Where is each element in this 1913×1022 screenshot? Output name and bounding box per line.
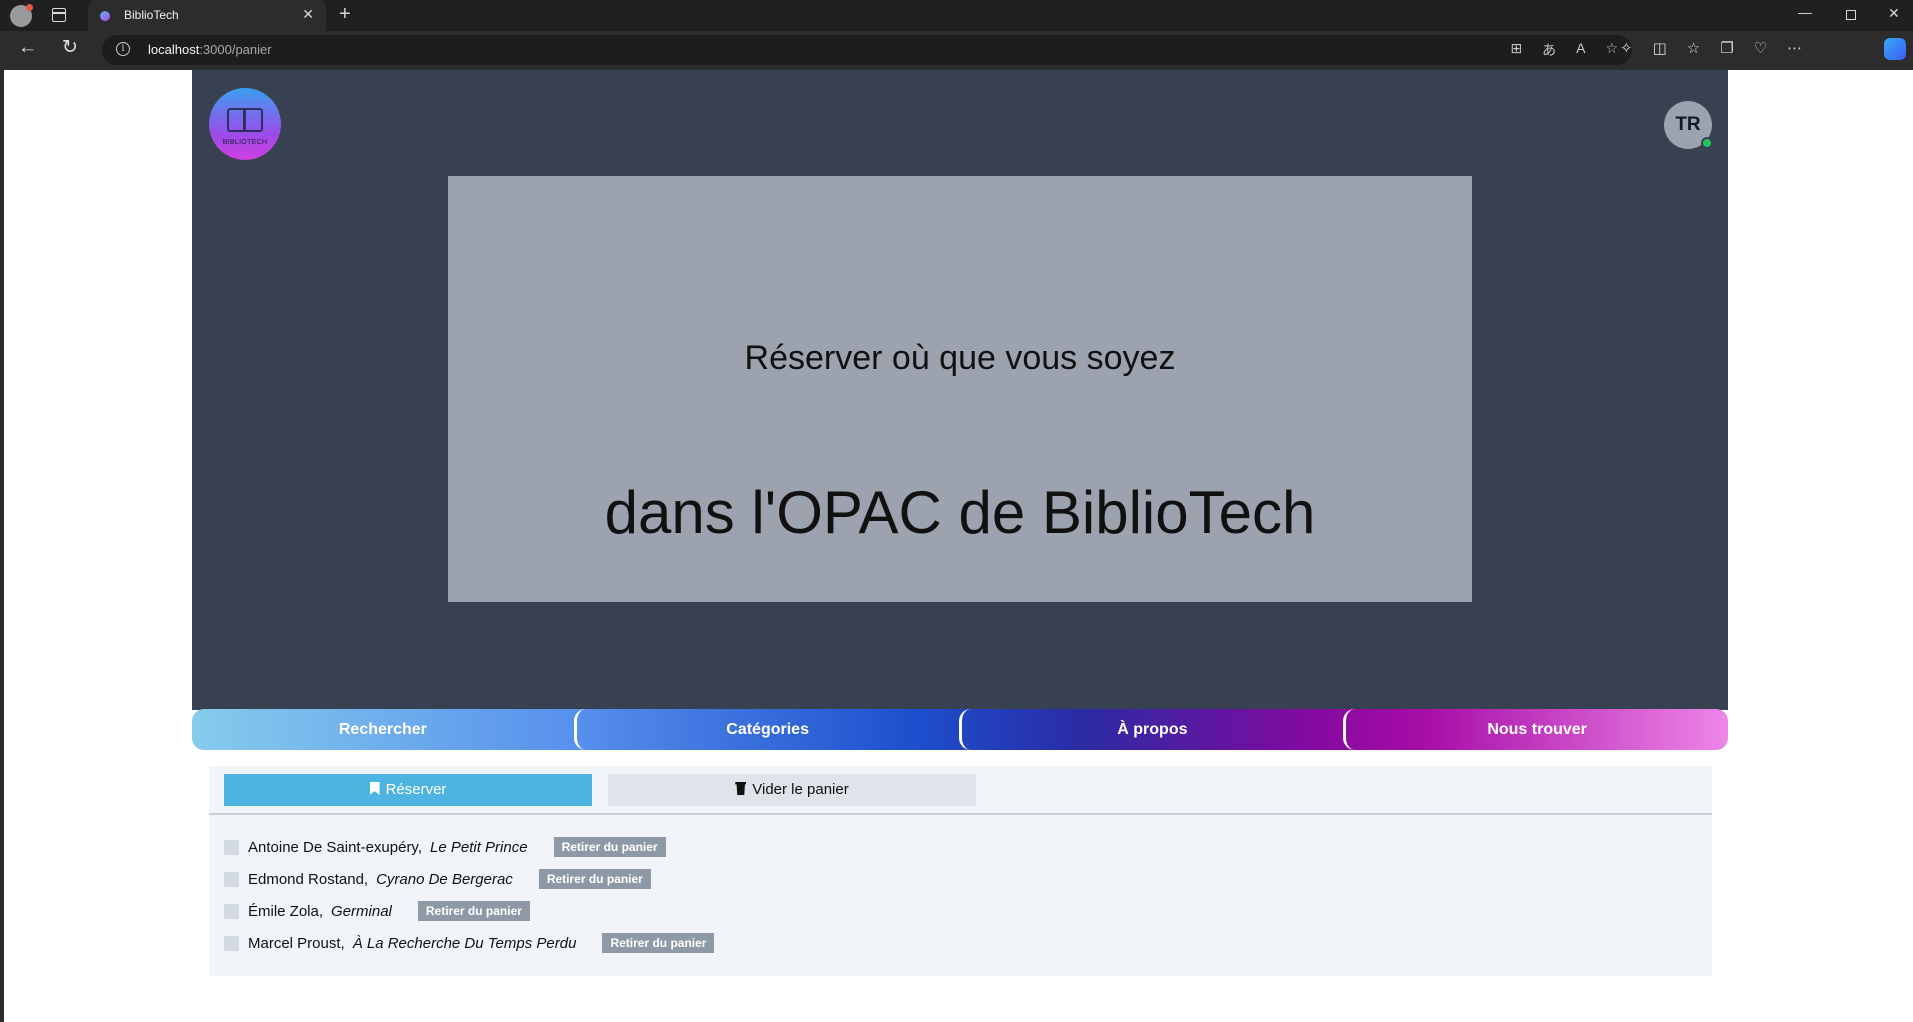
- user-avatar[interactable]: TR: [1664, 101, 1713, 149]
- cart-item: Edmond Rostand, Cyrano De Bergerac Retir…: [224, 863, 714, 895]
- more-options-icon[interactable]: ⋯: [1787, 39, 1802, 57]
- menu-item-categories[interactable]: Catégories: [573, 709, 959, 750]
- browser-toolbar-icons: ✧ ◫ ☆ ❐ ♡ ⋯: [1620, 39, 1802, 57]
- tab-title: BiblioTech: [124, 8, 179, 22]
- book-author: Edmond Rostand,: [248, 870, 369, 888]
- clear-cart-label: Vider le panier: [752, 781, 849, 798]
- browser-tab[interactable]: BiblioTech ✕: [88, 0, 326, 31]
- cart-item: Antoine De Saint-exupéry, Le Petit Princ…: [224, 831, 714, 863]
- maximize-icon[interactable]: [1846, 10, 1856, 20]
- menu-item-a-propos[interactable]: À propos: [958, 709, 1344, 750]
- cart-panel: Réserver Vider le panier Antoine De Sain…: [209, 766, 1712, 976]
- page-viewport: BIBLIOTECH TR Réserver où que vous soyez…: [0, 70, 1913, 1022]
- favorite-star-icon[interactable]: ☆: [1605, 40, 1618, 60]
- remove-from-cart-button[interactable]: Retirer du panier: [602, 933, 715, 953]
- item-checkbox[interactable]: [224, 839, 239, 855]
- browser-toolbar: ← ↻ i localhost:3000/panier ⊞ あ A ☆ ✧ ◫ …: [0, 31, 1913, 70]
- trash-icon: [735, 782, 747, 795]
- remove-from-cart-button[interactable]: Retirer du panier: [417, 901, 530, 921]
- bookmark-icon: [369, 782, 380, 795]
- browser-essentials-icon[interactable]: ♡: [1754, 39, 1767, 57]
- browser-titlebar: BiblioTech ✕ + — ✕: [0, 0, 1913, 31]
- book-author: Marcel Proust,: [248, 934, 345, 952]
- main-menu: Rechercher Catégories À propos Nous trou…: [192, 709, 1728, 750]
- url-text[interactable]: localhost:3000/panier: [148, 42, 272, 57]
- address-bar-actions: ⊞ あ A ☆: [1510, 40, 1618, 60]
- extensions-icon[interactable]: ✧: [1620, 39, 1633, 57]
- address-bar[interactable]: i localhost:3000/panier ⊞ あ A ☆: [102, 35, 1632, 65]
- book-title: Cyrano De Bergerac: [376, 870, 513, 888]
- item-checkbox[interactable]: [224, 903, 239, 919]
- banner-headline: dans l'OPAC de BiblioTech: [604, 479, 1316, 546]
- minimize-icon[interactable]: —: [1798, 4, 1812, 20]
- book-author: Émile Zola,: [248, 902, 324, 920]
- hero-header: BIBLIOTECH TR Réserver où que vous soyez…: [192, 70, 1728, 710]
- clear-cart-button[interactable]: Vider le panier: [608, 774, 976, 806]
- menu-item-rechercher[interactable]: Rechercher: [192, 709, 574, 750]
- cart-list: Antoine De Saint-exupéry, Le Petit Princ…: [224, 831, 715, 959]
- book-author: Antoine De Saint-exupéry,: [248, 838, 422, 856]
- remove-from-cart-button[interactable]: Retirer du panier: [553, 837, 666, 857]
- new-tab-icon[interactable]: +: [339, 3, 351, 26]
- collections-icon[interactable]: ❐: [1720, 39, 1733, 57]
- cart-item: Marcel Proust, À La Recherche Du Temps P…: [224, 927, 715, 959]
- favicon-icon: [100, 11, 110, 21]
- reserve-button[interactable]: Réserver: [224, 774, 592, 806]
- hero-banner: Réserver où que vous soyez dans l'OPAC d…: [448, 176, 1472, 602]
- banner-tagline: Réserver où que vous soyez: [744, 339, 1176, 377]
- user-initials: TR: [1675, 114, 1701, 135]
- copilot-icon[interactable]: [1884, 38, 1906, 60]
- url-path: :3000/panier: [199, 42, 272, 57]
- close-window-icon[interactable]: ✕: [1888, 5, 1900, 22]
- bibliotech-logo[interactable]: BIBLIOTECH: [209, 88, 281, 160]
- tab-actions-icon[interactable]: [52, 8, 66, 22]
- reserve-button-label: Réserver: [385, 781, 447, 798]
- item-checkbox[interactable]: [224, 935, 239, 951]
- favorites-icon[interactable]: ☆: [1687, 39, 1700, 57]
- logo-text: BIBLIOTECH: [222, 139, 268, 146]
- url-host: localhost: [148, 42, 200, 57]
- item-checkbox[interactable]: [224, 871, 239, 887]
- translate-icon[interactable]: あ: [1542, 40, 1556, 60]
- open-book-icon: [227, 108, 263, 132]
- split-screen-icon[interactable]: ◫: [1653, 39, 1667, 57]
- cart-item: Émile Zola, Germinal Retirer du panier: [224, 895, 714, 927]
- book-title: Germinal: [331, 902, 392, 920]
- book-title: Le Petit Prince: [430, 838, 528, 856]
- close-tab-icon[interactable]: ✕: [302, 6, 314, 23]
- menu-item-nous-trouver[interactable]: Nous trouver: [1343, 709, 1728, 750]
- app-available-icon[interactable]: ⊞: [1510, 40, 1522, 60]
- back-arrow-icon[interactable]: ←: [18, 37, 37, 59]
- read-aloud-icon[interactable]: A: [1576, 40, 1585, 60]
- cart-actions: Réserver Vider le panier: [209, 766, 1712, 815]
- book-title: À La Recherche Du Temps Perdu: [352, 934, 577, 952]
- site-info-icon[interactable]: i: [116, 42, 130, 56]
- online-status-icon: [1701, 137, 1713, 149]
- remove-from-cart-button[interactable]: Retirer du panier: [538, 869, 651, 889]
- reload-icon[interactable]: ↻: [62, 36, 78, 59]
- profile-icon[interactable]: [10, 4, 33, 27]
